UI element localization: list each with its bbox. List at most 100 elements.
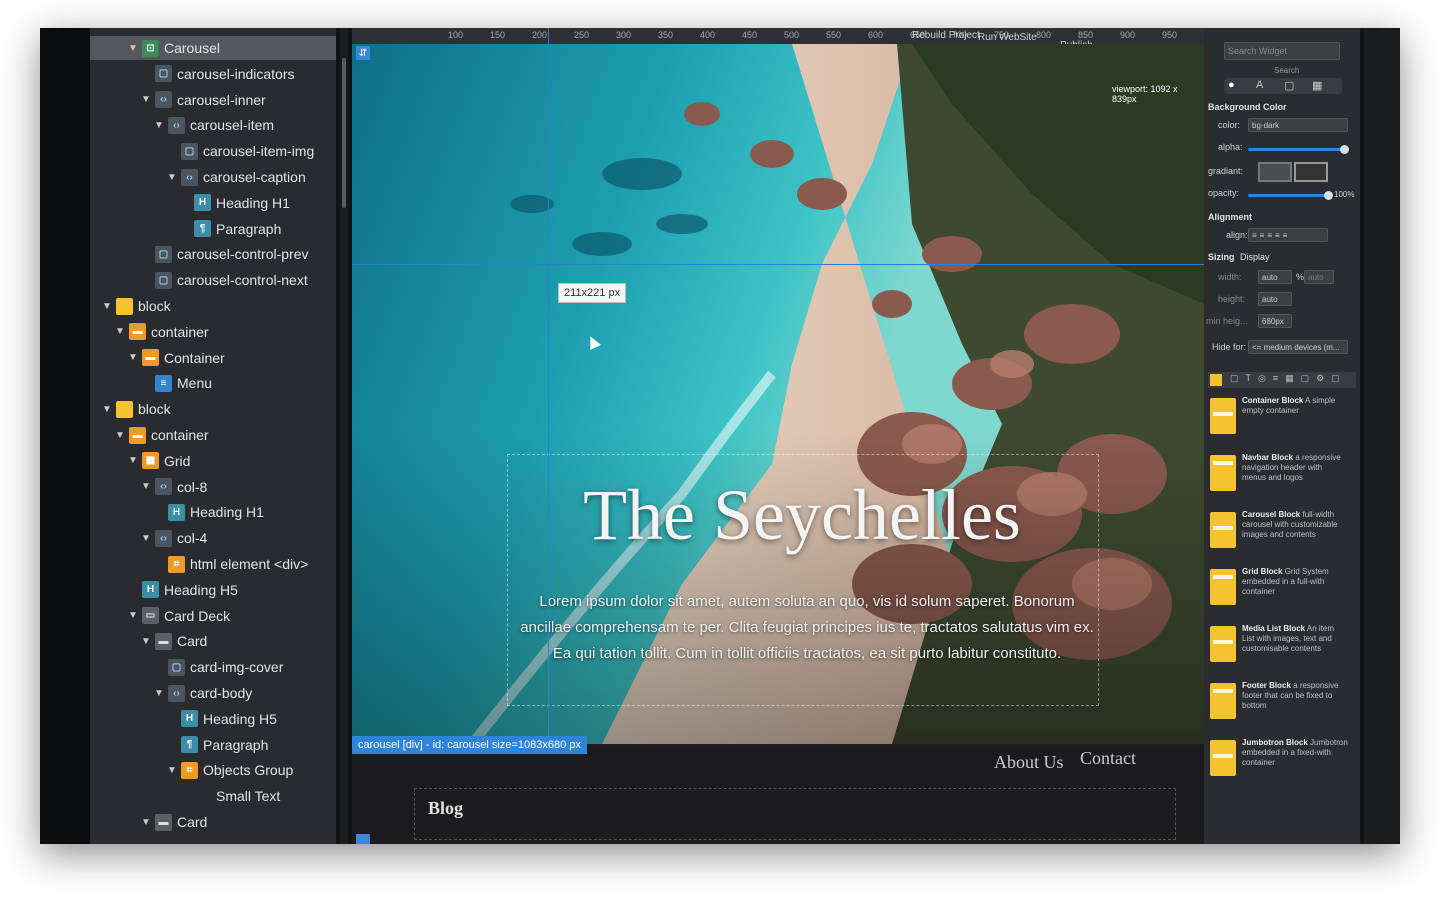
align-buttons[interactable]: ≡≡≡≡≡ — [1248, 228, 1328, 242]
disclosure-expanded-icon[interactable]: ▼ — [139, 533, 153, 544]
layer-tree-item[interactable]: H Heading H5 — [90, 707, 336, 731]
nav-link-about[interactable]: About Us — [994, 752, 1064, 773]
layer-tree-item[interactable]: ▼ ▬ Card — [90, 629, 336, 653]
disclosure-expanded-icon[interactable]: ▼ — [139, 94, 153, 105]
nav-link-contact[interactable]: Contact — [1080, 748, 1136, 769]
page-canvas[interactable]: 100 150 200 250 300 350 400 450 500 550 600 650 700 7… — [352, 28, 1266, 844]
disclosure-expanded-icon[interactable]: ▼ — [113, 430, 127, 441]
layer-tree-item[interactable]: ▼ ‹› carousel-item — [90, 113, 336, 137]
height-input[interactable]: auto — [1258, 292, 1292, 306]
opacity-slider-knob[interactable] — [1324, 191, 1333, 200]
width-input[interactable]: auto — [1258, 270, 1292, 284]
gradient-swatch-2[interactable] — [1294, 162, 1328, 182]
sizing-section[interactable]: Sizing — [1208, 252, 1235, 262]
alpha-slider-knob[interactable] — [1340, 145, 1349, 154]
widget-item[interactable]: Jumbotron Block Jumbotron embedded in a … — [1210, 736, 1350, 788]
scrollbar-thumb[interactable] — [342, 58, 346, 208]
widget-category-bar[interactable]: ▢T◎≡▦▢⚙▢ — [1208, 372, 1356, 388]
selection-handle-icon[interactable]: ⇵ — [356, 46, 370, 60]
rebuild-project-button[interactable]: Rebuild Project — [912, 30, 980, 41]
crop-tab-icon[interactable]: ▢ — [1284, 79, 1294, 92]
layer-tree-item[interactable]: ▼ ▬ container — [90, 423, 336, 447]
vertical-guide-line[interactable] — [548, 28, 549, 844]
layer-tree-item[interactable]: ≡ Menu — [90, 371, 336, 395]
layer-tree-item[interactable]: H Heading H1 — [90, 191, 336, 215]
background-color-section[interactable]: Background Color — [1208, 102, 1287, 112]
hero-title[interactable]: The Seychelles — [502, 474, 1102, 557]
layer-tree-item[interactable]: ▼ ▭ Card Deck — [90, 604, 336, 628]
disclosure-expanded-icon[interactable]: ▼ — [165, 765, 179, 776]
disclosure-expanded-icon[interactable]: ▼ — [126, 352, 140, 363]
layer-tree-item[interactable]: ▼ ⌗ Objects Group — [90, 758, 336, 782]
layer-tree-item[interactable]: ¶ Paragraph — [90, 217, 336, 241]
widget-item[interactable]: Container Block A simple empty container — [1210, 394, 1350, 446]
category-icons[interactable]: ▢T◎≡▦▢⚙▢ — [1230, 373, 1347, 384]
widget-item[interactable]: Footer Block a responsive footer that ca… — [1210, 679, 1350, 731]
blocks-category-icon[interactable] — [1210, 374, 1222, 386]
layer-tree-item[interactable]: ▼ ▬ Container — [90, 346, 336, 370]
layer-tree-item[interactable]: ▼ ‹› carousel-caption — [90, 165, 336, 189]
layer-tree-scrollbar[interactable] — [340, 28, 348, 844]
layer-tree-item[interactable]: ▢ carousel-item-img — [90, 139, 336, 163]
layer-tree-item[interactable]: ▢ carousel-indicators — [90, 62, 336, 86]
disclosure-expanded-icon[interactable]: ▼ — [139, 817, 153, 828]
layer-tree-item[interactable]: Small Text — [90, 784, 336, 808]
color-select[interactable]: bg-dark — [1248, 118, 1348, 132]
layer-tree-item[interactable]: ▼ block — [90, 397, 336, 421]
layer-tree-item[interactable]: ▢ carousel-control-prev — [90, 242, 336, 266]
width-input-2[interactable]: auto — [1304, 270, 1334, 284]
disclosure-expanded-icon[interactable]: ▼ — [126, 43, 140, 54]
width-unit[interactable]: % — [1296, 272, 1304, 282]
layer-tree-item[interactable]: ▢ carousel-control-next — [90, 268, 336, 292]
disclosure-expanded-icon[interactable]: ▼ — [152, 120, 166, 131]
navbar-section[interactable]: About Us Contact Blog — [352, 748, 1204, 844]
layer-tree-item[interactable]: ▼ ⊡ Carousel — [90, 36, 336, 60]
layer-tree-item[interactable]: H Heading H1 — [90, 500, 336, 524]
alpha-slider[interactable] — [1248, 148, 1344, 151]
layer-tree-item[interactable]: ¶ Paragraph — [90, 733, 336, 757]
disclosure-expanded-icon[interactable]: ▼ — [152, 688, 166, 699]
disclosure-expanded-icon[interactable]: ▼ — [113, 326, 127, 337]
layer-tree-item[interactable]: H Heading H5 — [90, 578, 336, 602]
bottom-handle-icon[interactable] — [356, 834, 370, 844]
inspector-panel[interactable]: Search Widget Search ● A ▢ ▦ Background … — [1204, 28, 1360, 844]
layer-tree-panel[interactable]: ▼ ⊡ Carousel ▢ carousel-indicators ▼ ‹› carouse… — [90, 28, 336, 844]
text-tab-icon[interactable]: A — [1256, 79, 1263, 91]
widget-item[interactable]: Grid Block Grid System embedded in a ful… — [1210, 565, 1350, 617]
opacity-slider[interactable] — [1248, 194, 1328, 197]
minheight-input[interactable]: 680px — [1258, 314, 1292, 328]
inspector-tabs[interactable]: ● A ▢ ▦ — [1224, 78, 1342, 94]
layer-tree-item[interactable]: ▼ ‹› col-8 — [90, 475, 336, 499]
gradient-swatch-1[interactable] — [1258, 162, 1292, 182]
search-widget-input[interactable]: Search Widget — [1224, 42, 1340, 60]
layer-tree-item[interactable]: ⌗ html element <div> — [90, 552, 336, 576]
widget-item[interactable]: Media List Block An item List with image… — [1210, 622, 1350, 674]
layout-tab-icon[interactable]: ▦ — [1312, 79, 1322, 92]
display-tab[interactable]: Display — [1240, 252, 1270, 262]
layer-tree-item[interactable]: ▼ ‹› col-4 — [90, 526, 336, 550]
widget-item[interactable]: Carousel Block full-width carousel with … — [1210, 508, 1350, 560]
alignment-section[interactable]: Alignment — [1208, 212, 1252, 222]
layer-tree-item[interactable]: ▼ block — [90, 294, 336, 318]
layer-tree-item[interactable]: ▼ ‹› card-body — [90, 681, 336, 705]
disclosure-expanded-icon[interactable]: ▼ — [139, 481, 153, 492]
layer-tree-item[interactable]: ▼ ‹› carousel-inner — [90, 88, 336, 112]
carousel-hero[interactable]: The Seychelles Lorem ipsum dolor sit ame… — [352, 44, 1204, 744]
layer-tree-item[interactable]: ▼ ▬ Card — [90, 810, 336, 834]
layer-tree-item[interactable]: ▢ card-img-cover — [90, 655, 336, 679]
disclosure-expanded-icon[interactable]: ▼ — [126, 610, 140, 621]
widget-item[interactable]: Navbar Block a responsive navigation hea… — [1210, 451, 1350, 503]
run-website-button[interactable]: Run WebSite — [978, 32, 1037, 43]
layer-tree-item[interactable]: ▼ ▦ Grid — [90, 449, 336, 473]
disclosure-expanded-icon[interactable]: ▼ — [100, 404, 114, 415]
hero-paragraph[interactable]: Lorem ipsum dolor sit amet, autem soluta… — [512, 589, 1102, 667]
disclosure-expanded-icon[interactable]: ▼ — [100, 301, 114, 312]
hidefor-select[interactable]: <= medium devices (m... — [1248, 340, 1348, 354]
layer-tree-item[interactable]: ▼ ▬ container — [90, 320, 336, 344]
paint-tab-icon[interactable]: ● — [1228, 79, 1235, 91]
disclosure-expanded-icon[interactable]: ▼ — [126, 455, 140, 466]
disclosure-expanded-icon[interactable]: ▼ — [139, 636, 153, 647]
disclosure-expanded-icon[interactable]: ▼ — [165, 172, 179, 183]
layer-type-icon: H — [194, 194, 211, 212]
horizontal-guide-line[interactable] — [352, 264, 1204, 265]
